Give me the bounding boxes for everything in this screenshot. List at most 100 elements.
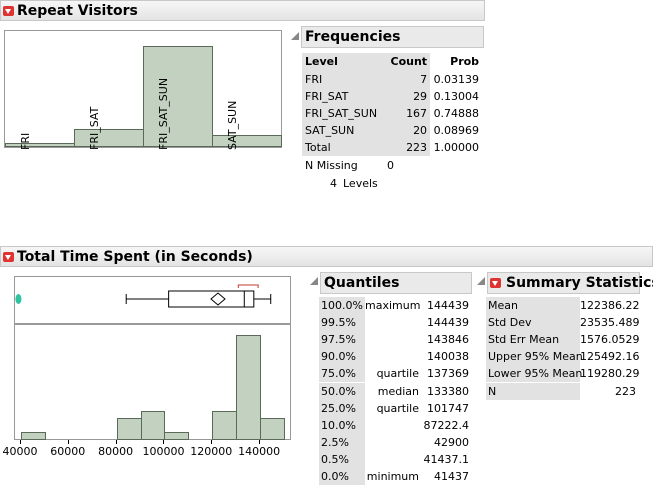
quantile-value: 87222.4 <box>423 418 470 432</box>
level-cell: FRI <box>302 71 381 88</box>
quantile-value: 101747 <box>427 401 469 415</box>
frequencies-title: Frequencies <box>301 26 484 48</box>
histogram-bar <box>212 411 238 440</box>
summary-value: 125492.16 <box>580 350 640 364</box>
quantile-value: 144439 <box>427 299 469 312</box>
column-header: Prob <box>450 55 480 68</box>
levels-label: Levels <box>343 177 378 190</box>
quantile-percent: 0.0% <box>319 468 365 485</box>
level-cell: Total <box>302 139 381 156</box>
quantile-percent: 50.0% <box>319 382 365 400</box>
column-header: Level <box>302 53 381 71</box>
red-triangle-menu-icon[interactable] <box>490 278 501 288</box>
prob-cell: 1.00000 <box>433 141 480 154</box>
quantile-value: 41437.1 <box>423 452 470 466</box>
column-header: Count <box>380 53 431 71</box>
levels-count: 4 <box>330 177 337 190</box>
bar <box>5 143 75 147</box>
summary-label: Lower 95% Mean <box>486 365 583 383</box>
quantile-label <box>365 331 419 348</box>
quantile-label: maximum <box>365 299 421 312</box>
quantile-value: 41437 <box>434 470 469 483</box>
quantile-percent: 25.0% <box>319 399 365 417</box>
summary-value: 1576.0529 <box>580 333 640 347</box>
shortest-half-bracket <box>237 284 259 288</box>
level-cell: SAT_SUN <box>302 122 381 139</box>
summary-statistics-table: Mean 122386.22 Std Dev 23535.489 Std Err Mea… <box>486 297 640 407</box>
histogram-bar <box>20 432 46 440</box>
red-triangle-menu-icon[interactable] <box>3 6 14 16</box>
x-tick-mark <box>211 440 213 444</box>
prob-cell: 0.03139 <box>433 73 480 86</box>
summary-label: Upper 95% Mean <box>486 348 583 366</box>
mean-diamond <box>210 292 226 306</box>
summary-label: Std Dev <box>486 314 580 332</box>
table-row: SAT_SUN 20 0.08969 <box>302 122 482 139</box>
quantile-percent: 97.5% <box>319 331 365 349</box>
quantile-percent: 75.0% <box>319 365 365 383</box>
quantile-label <box>365 434 419 451</box>
quantile-label <box>365 417 419 434</box>
section-title: Repeat Visitors <box>17 3 138 19</box>
count-cell: 7 <box>380 71 431 88</box>
table-row: FRI_SAT_SUN 167 0.74888 <box>302 105 482 122</box>
disclosure-icon[interactable] <box>291 32 299 40</box>
histogram-bar <box>164 432 190 440</box>
repeat-visitors-axis-labels: FRI FRI_SAT FRI_SAT_SUN SAT_SUN <box>4 78 282 218</box>
quantile-value: 42900 <box>434 435 469 449</box>
category-label: SAT_SUN <box>225 100 239 150</box>
quantile-percent: 0.5% <box>319 450 365 468</box>
summary-label: N <box>486 382 580 400</box>
quantile-label <box>365 451 419 468</box>
x-tick-mark <box>163 440 165 444</box>
bar <box>74 129 144 147</box>
level-cell: FRI_SAT <box>302 88 381 105</box>
count-cell: 167 <box>380 105 431 122</box>
n-missing-label: N Missing <box>305 159 358 172</box>
quantile-percent: 2.5% <box>319 433 365 451</box>
quantile-label: quartile <box>376 367 419 381</box>
frequencies-table: Level Count Prob FRI 7 0.03139 FRI_SAT 2… <box>302 53 482 156</box>
quantile-percent: 99.5% <box>319 314 365 332</box>
x-tick-mark <box>67 440 69 444</box>
quantile-value: 144439 <box>427 316 469 330</box>
x-tick-mark <box>115 440 117 444</box>
summary-value: 122386.22 <box>580 299 640 312</box>
quantile-value: 133380 <box>427 384 469 398</box>
category-label: FRI_SAT_SUN <box>156 77 170 150</box>
table-row: FRI 7 0.03139 <box>302 71 482 88</box>
prob-cell: 0.13004 <box>433 90 480 103</box>
quantile-label: median <box>377 384 419 398</box>
disclosure-icon[interactable] <box>477 277 485 285</box>
x-tick-mark <box>259 440 261 444</box>
disclosure-icon[interactable] <box>310 277 318 285</box>
n-missing-value: 0 <box>387 159 394 172</box>
total-time-spent-header: Total Time Spent (in Seconds) <box>0 246 653 267</box>
quantile-label: quartile <box>376 401 419 415</box>
table-row: FRI_SAT 29 0.13004 <box>302 88 482 105</box>
quantile-percent: 90.0% <box>319 348 365 366</box>
repeat-visitors-bar-chart <box>4 30 282 148</box>
repeat-visitors-header: Repeat Visitors <box>0 0 485 21</box>
bar <box>143 46 213 147</box>
summary-value: 223 <box>615 384 636 398</box>
box-plot <box>14 276 291 324</box>
quantiles-title: Quantiles <box>320 272 472 294</box>
count-cell: 29 <box>380 88 431 105</box>
histogram-x-axis: 40000 60000 80000 100000 120000 140000 <box>2 440 291 465</box>
summary-label: Mean <box>486 297 580 314</box>
prob-cell: 0.74888 <box>433 107 480 120</box>
histogram-bar <box>140 411 166 440</box>
level-cell: FRI_SAT_SUN <box>302 105 381 122</box>
quantile-value: 137369 <box>427 367 469 381</box>
histogram-bar <box>236 335 262 440</box>
quantile-percent: 10.0% <box>319 416 365 434</box>
outlier-point <box>15 294 22 304</box>
summary-statistics-title: Summary Statistics <box>506 275 653 291</box>
histogram-bar <box>116 418 142 440</box>
bar <box>212 135 282 147</box>
red-triangle-menu-icon[interactable] <box>3 252 14 262</box>
summary-label: Std Err Mean <box>486 331 580 349</box>
count-cell: 20 <box>380 122 431 139</box>
summary-value: 23535.489 <box>580 316 640 330</box>
